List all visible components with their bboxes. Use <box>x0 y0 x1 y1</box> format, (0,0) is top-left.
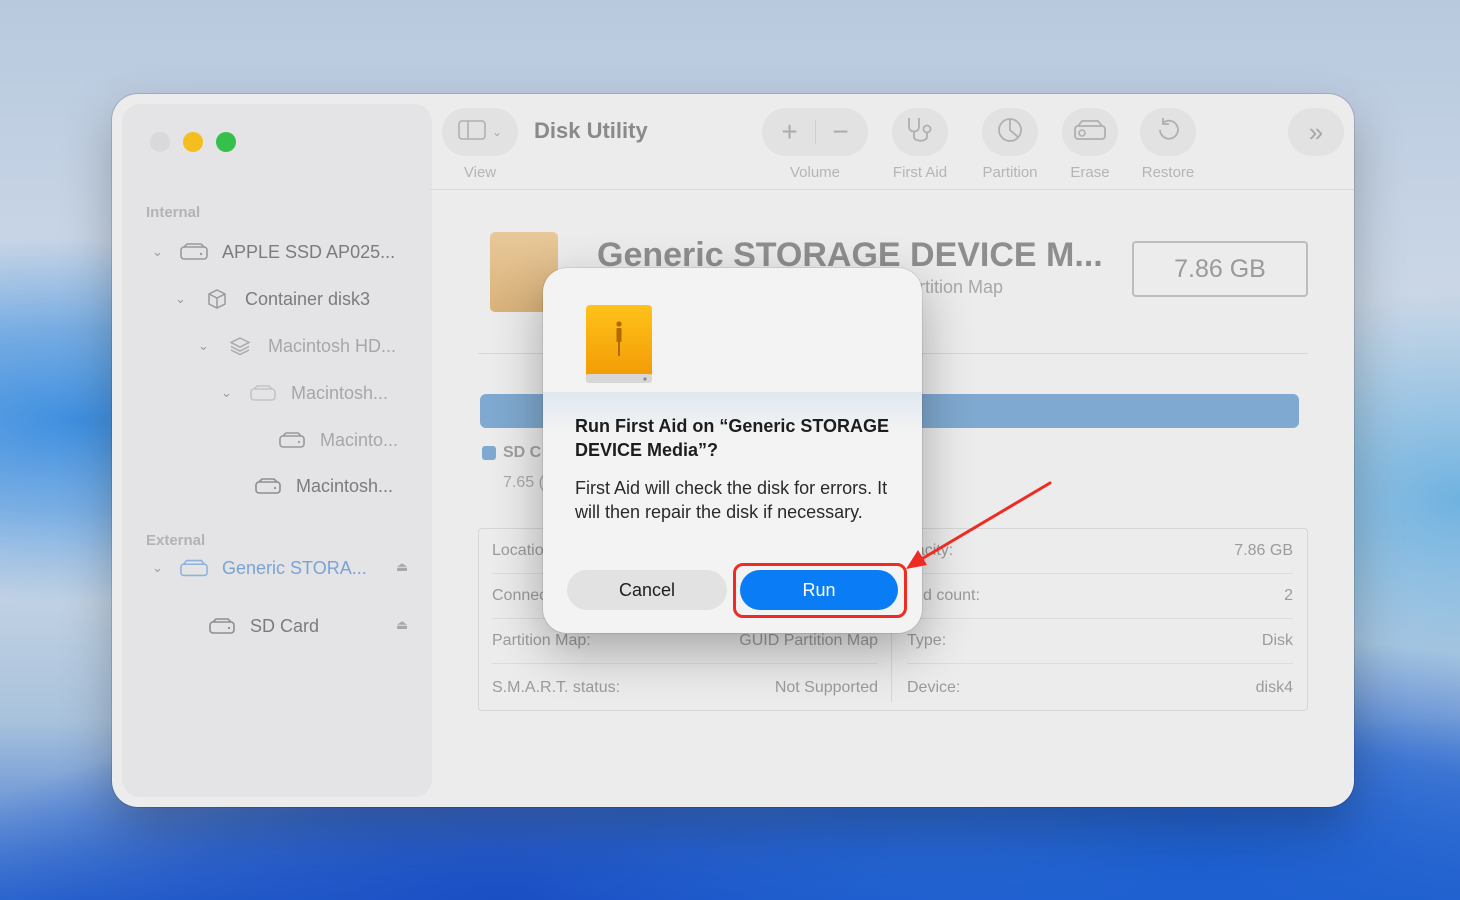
eject-icon[interactable]: ⏏ <box>396 617 408 633</box>
sidebar-item-label: Macintosh HD... <box>268 335 397 356</box>
info-value: 2 <box>1284 587 1293 604</box>
remove-volume-icon[interactable]: − <box>816 116 866 148</box>
dialog-title: Run First Aid on “Generic STORAGE DEVICE… <box>575 416 890 460</box>
sidebar-toggle-icon <box>458 119 486 145</box>
erase-label: Erase <box>1070 164 1110 181</box>
chevron-down-icon: ⌄ <box>491 125 503 139</box>
external-drive-icon <box>180 558 208 578</box>
info-label: Partition Map: <box>492 632 591 649</box>
window-title: Disk Utility <box>534 118 648 143</box>
external-drive-icon <box>585 304 653 384</box>
info-value: Disk <box>1261 632 1293 649</box>
info-row: hild count: 2 <box>907 574 1293 619</box>
sidebar-item-label: Container disk3 <box>245 288 371 309</box>
info-label: Type: <box>907 632 947 649</box>
pie-chart-icon <box>996 116 1024 149</box>
legend-label: SD C <box>503 444 542 461</box>
sidebar-item-label: Generic STORA... <box>222 557 367 578</box>
info-value: 7.86 GB <box>1234 542 1293 559</box>
container-icon <box>203 289 231 309</box>
dialog-message: First Aid will check the disk for errors… <box>575 478 888 522</box>
sidebar-item-label: Macinto... <box>320 429 399 450</box>
info-label: Device: <box>907 678 961 696</box>
chevron-down-icon[interactable]: ⌄ <box>152 560 166 576</box>
zoom-button[interactable] <box>216 132 236 152</box>
info-row: Device: disk4 <box>907 665 1293 710</box>
sidebar-item-macintosh-data[interactable]: Macintosh... <box>254 466 393 506</box>
chevron-down-icon[interactable]: ⌄ <box>221 385 235 401</box>
volume-button-group: + − <box>762 108 868 156</box>
info-label: Connec <box>492 587 548 604</box>
legend-swatch <box>482 446 496 460</box>
sidebar-item-macinto[interactable]: Macinto... <box>278 420 398 460</box>
view-button[interactable]: ⌄ <box>442 108 518 156</box>
sidebar-header-external: External <box>146 532 206 549</box>
chevron-down-icon[interactable]: ⌄ <box>175 291 189 307</box>
partition-button[interactable] <box>982 108 1038 156</box>
view-label: View <box>463 164 497 181</box>
info-value: Not Supported <box>774 678 878 696</box>
toolbar-divider <box>430 189 1354 190</box>
minimize-button[interactable] <box>183 132 203 152</box>
info-value: disk4 <box>1255 678 1293 696</box>
cancel-button[interactable]: Cancel <box>567 570 727 610</box>
restore-label: Restore <box>1141 164 1195 181</box>
stethoscope-icon <box>903 115 937 150</box>
eject-icon[interactable]: ⏏ <box>396 559 408 575</box>
sidebar: Internal ⌄ APPLE SSD AP025... ⌄ Containe… <box>122 104 432 797</box>
sidebar-header-internal: Internal <box>146 204 201 221</box>
add-volume-icon[interactable]: + <box>765 116 815 148</box>
partition-label: Partition <box>982 164 1038 181</box>
first-aid-label: First Aid <box>892 164 948 181</box>
chevron-down-icon[interactable]: ⌄ <box>198 338 212 354</box>
legend-value: 7.65 ( <box>503 474 544 491</box>
sidebar-item-generic-storage[interactable]: ⌄ Generic STORA... <box>152 548 367 588</box>
info-label: S.M.A.R.T. status: <box>492 678 621 696</box>
info-row: pacity: 7.86 GB <box>907 529 1293 574</box>
volume-stack-icon <box>226 336 254 356</box>
info-value: GUID Partition Map <box>739 632 878 649</box>
drive-icon <box>254 476 282 496</box>
erase-button[interactable] <box>1062 108 1118 156</box>
disk-size-box: 7.86 GB <box>1132 241 1308 297</box>
drive-icon <box>249 383 277 403</box>
drive-icon <box>278 430 306 450</box>
sidebar-item-label: Macintosh... <box>291 382 389 403</box>
more-toolbar-button[interactable]: » <box>1288 108 1344 156</box>
sidebar-item-label: SD Card <box>250 615 320 636</box>
close-button[interactable] <box>150 132 170 152</box>
eraser-drive-icon <box>1073 118 1107 147</box>
drive-icon <box>208 616 236 636</box>
volume-label: Volume <box>789 164 841 181</box>
restore-arrow-icon <box>1154 116 1182 149</box>
internal-drive-icon <box>180 242 208 262</box>
chevron-double-right-icon: » <box>1308 116 1324 147</box>
sidebar-item-macintosh-hd[interactable]: ⌄ Macintosh HD... <box>198 326 396 366</box>
sidebar-item-macintosh-snapshot[interactable]: ⌄ Macintosh... <box>221 373 388 413</box>
sidebar-item-label: Macintosh... <box>296 475 394 496</box>
first-aid-button[interactable] <box>892 108 948 156</box>
info-label: Locatio <box>492 542 544 559</box>
sidebar-item-label: APPLE SSD AP025... <box>222 241 396 262</box>
chevron-down-icon[interactable]: ⌄ <box>152 244 166 260</box>
restore-button[interactable] <box>1140 108 1196 156</box>
run-button-highlight <box>733 563 907 618</box>
info-row: Type: Disk <box>907 619 1293 664</box>
info-row: S.M.A.R.T. status: Not Supported <box>492 665 878 710</box>
sidebar-item-container[interactable]: ⌄ Container disk3 <box>175 279 370 319</box>
sidebar-item-sd-card[interactable]: SD Card <box>208 606 319 646</box>
sidebar-item-apple-ssd[interactable]: ⌄ APPLE SSD AP025... <box>152 232 395 272</box>
disk-subtitle: artition Map <box>909 277 1004 297</box>
